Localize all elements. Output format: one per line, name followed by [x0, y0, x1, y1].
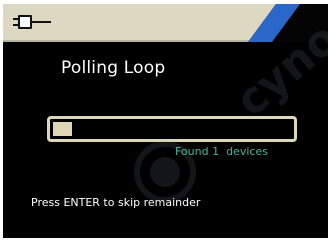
skip-hint: Press ENTER to skip remainder: [31, 196, 201, 209]
status-text: Found 1 devices: [175, 145, 268, 158]
screenshot: Polling Loop Found 1 devices Press ENTER…: [0, 0, 333, 242]
progress-bar: [47, 116, 297, 142]
plug-icon: [13, 15, 51, 29]
lcd-display: Polling Loop Found 1 devices Press ENTER…: [3, 4, 328, 238]
screen-title: Polling Loop: [61, 58, 166, 78]
progress-fill: [53, 122, 72, 136]
